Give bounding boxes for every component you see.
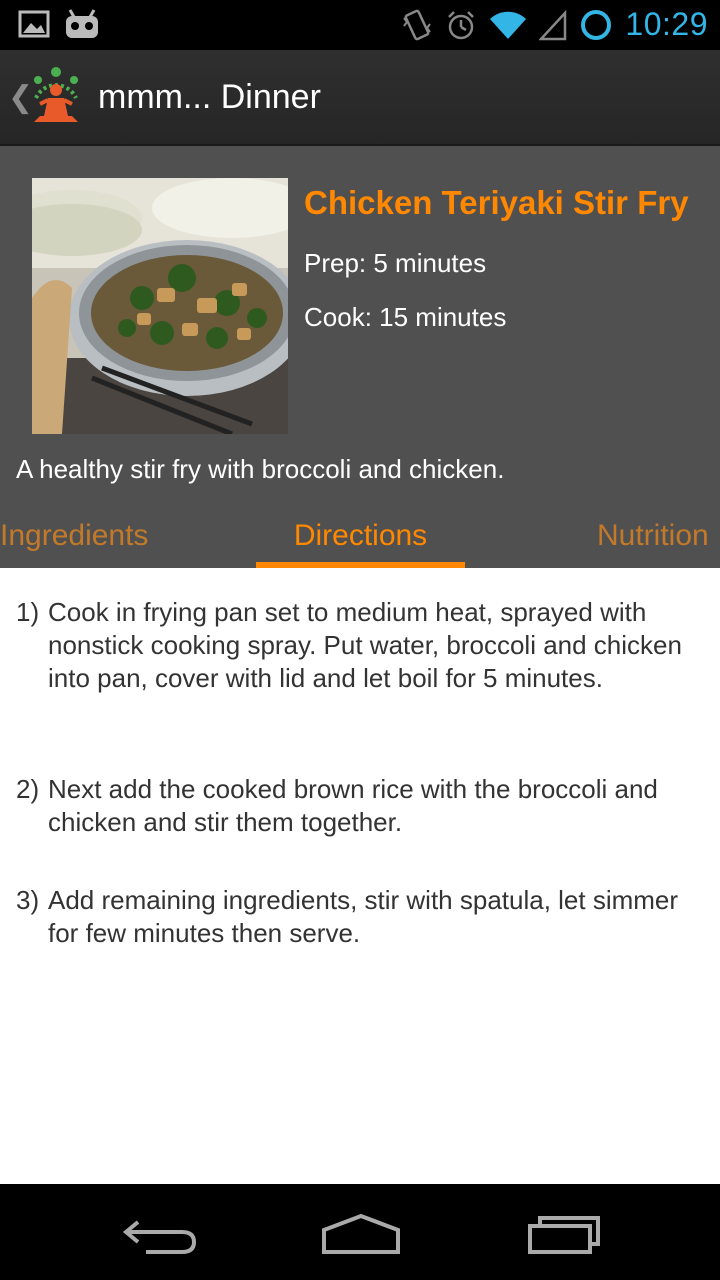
- directions-list: 1) Cook in frying pan set to medium heat…: [0, 568, 720, 1184]
- app-title: mmm... Dinner: [98, 78, 321, 116]
- step-text: Cook in frying pan set to medium heat, s…: [48, 597, 682, 693]
- step-number: 2): [16, 774, 40, 804]
- cook-time: Cook: 15 minutes: [304, 302, 507, 332]
- step-number: 3): [16, 885, 40, 915]
- image-icon: [18, 8, 50, 40]
- step-text: Next add the cooked brown rice with the …: [48, 774, 658, 837]
- signal-icon: [539, 9, 567, 41]
- recipe-header: Chicken Teriyaki Stir Fry Prep: 5 minute…: [0, 146, 720, 568]
- android-icon: [64, 8, 100, 40]
- alarm-icon: [445, 9, 477, 41]
- wifi-icon: [489, 9, 527, 41]
- battery-icon: [579, 8, 613, 42]
- app-logo-icon[interactable]: [26, 64, 86, 130]
- recipe-photo: [32, 178, 288, 434]
- back-icon[interactable]: [116, 1208, 206, 1258]
- status-bar: 10:29: [0, 0, 720, 50]
- step-text: Add remaining ingredients, stir with spa…: [48, 885, 679, 948]
- home-icon[interactable]: [316, 1208, 406, 1258]
- recent-apps-icon[interactable]: [520, 1208, 610, 1258]
- tab-directions[interactable]: Directions: [256, 516, 465, 568]
- tab-nutrition[interactable]: Nutrition: [597, 516, 709, 568]
- status-clock: 10:29: [625, 6, 708, 42]
- prep-time: Prep: 5 minutes: [304, 248, 487, 278]
- recipe-title: Chicken Teriyaki Stir Fry: [304, 184, 689, 221]
- tab-strip: Ingredients Directions Nutrition: [0, 516, 720, 568]
- action-bar: ❮ mmm... Dinner: [0, 50, 720, 146]
- tab-ingredients[interactable]: Ingredients: [0, 516, 148, 568]
- vibrate-icon: [401, 8, 433, 42]
- direction-step: 2) Next add the cooked brown rice with t…: [16, 773, 706, 839]
- direction-step: 3) Add remaining ingredients, stir with …: [16, 884, 706, 950]
- step-number: 1): [16, 597, 40, 627]
- recipe-description: A healthy stir fry with broccoli and chi…: [16, 454, 505, 484]
- direction-step: 1) Cook in frying pan set to medium heat…: [16, 596, 706, 695]
- navigation-bar: [0, 1184, 720, 1280]
